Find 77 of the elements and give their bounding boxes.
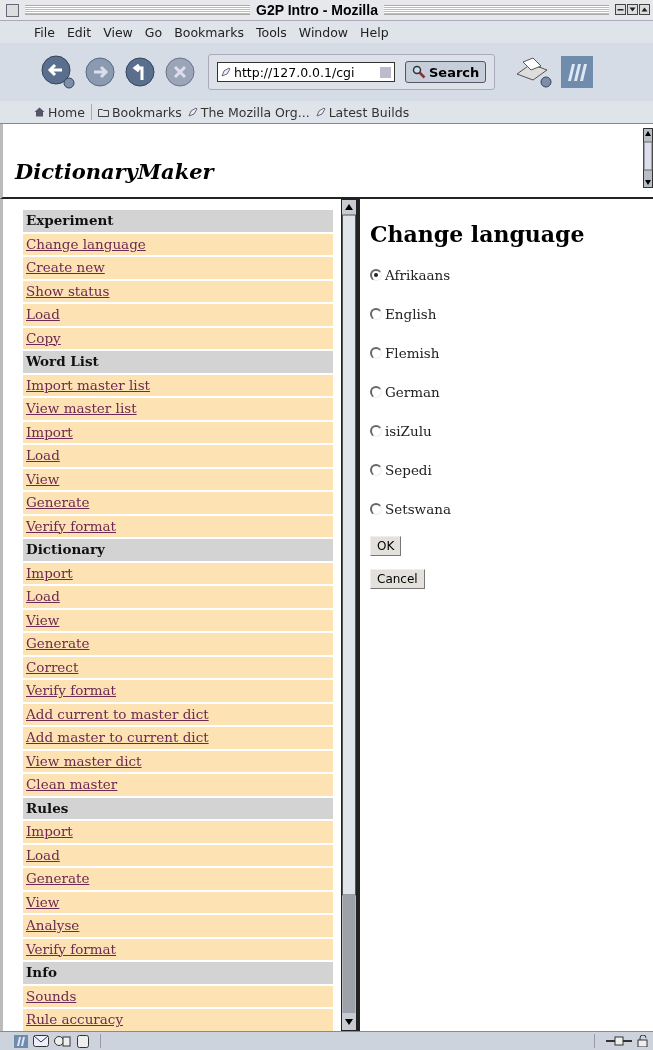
section-heading: Dictionary [23,539,333,561]
composer-icon[interactable] [54,1035,72,1047]
sidebar-link[interactable]: Import [26,564,73,581]
search-icon [412,65,426,79]
sidebar-link[interactable]: Load [26,447,60,463]
search-button[interactable]: Search [405,61,487,83]
sidebar-link[interactable]: View [26,611,60,628]
section-heading: Rules [23,797,333,819]
bookmark-link[interactable]: The Mozilla Org... [187,104,310,120]
reload-icon[interactable] [124,56,156,88]
sidebar-link[interactable]: Analyse [26,917,80,933]
app-title: DictionaryMaker [15,159,214,184]
navigator-icon[interactable] [14,1034,28,1048]
radio-label: Setswana [385,500,451,517]
stop-icon[interactable] [164,56,196,88]
sidebar-link[interactable]: Generate [26,494,90,510]
bookmark-icon [187,107,198,117]
mozilla-logo-icon[interactable] [561,56,594,88]
radio-label: Sepedi [385,461,432,478]
section-heading: Info [23,962,333,984]
folder-icon [97,107,109,117]
bookmark-icon [315,107,326,117]
address-book-icon[interactable] [77,1034,89,1048]
connection-icon [606,1036,632,1046]
scrollbar-icon[interactable] [341,199,357,1031]
radio-label: German [385,383,440,400]
radio-label: Afrikaans [385,266,451,283]
bookmark-icon [221,67,231,77]
home-bookmark[interactable]: Home [34,104,85,120]
bookmark-link[interactable]: Latest Builds [315,104,410,120]
form-button[interactable]: Cancel [370,569,425,589]
sidebar-link[interactable]: Generate [26,870,90,886]
section-heading: Word List [23,351,333,373]
menu-item[interactable]: View [103,24,133,40]
menu-item[interactable]: File [34,24,55,40]
scrollbar-icon[interactable] [643,128,653,188]
radio-button[interactable] [370,424,382,437]
radio-button[interactable] [370,307,382,320]
sidebar-link[interactable]: Create new [26,259,105,275]
url-field[interactable]: http://127.0.0.1/cgi [217,62,395,82]
radio-button[interactable] [370,463,382,476]
radio-button[interactable] [370,502,382,515]
menu-item[interactable]: Bookmarks [174,24,244,40]
sidebar-link[interactable]: Import [26,823,73,839]
menu-item[interactable]: Help [360,24,389,40]
window-menu-icon[interactable] [6,3,19,17]
sidebar-link[interactable]: View [26,893,60,910]
sidebar-link[interactable]: Import [26,423,73,440]
radio-button[interactable] [370,268,382,281]
radio-label: Flemish [385,344,440,361]
menu-item[interactable]: Window [298,24,349,40]
menu-item[interactable]: Go [144,24,163,40]
back-icon[interactable] [40,54,76,90]
sidebar-link[interactable]: Sounds [26,987,77,1004]
sidebar-link[interactable]: Load [26,588,60,604]
radio-label: English [385,305,437,322]
mail-icon[interactable] [33,1035,49,1047]
radio-button[interactable] [370,385,382,398]
lock-icon [637,1035,649,1047]
window-title: G2P Intro - Mozilla [256,2,378,18]
menu-item[interactable]: Tools [256,24,287,40]
radio-label: isiZulu [385,422,432,439]
forward-icon[interactable] [84,56,116,88]
sidebar-link[interactable]: Copy [26,329,61,346]
menu-item[interactable]: Edit [66,24,92,40]
sidebar-link[interactable]: Generate [26,635,90,651]
page-heading: Change language [370,221,585,247]
sidebar-link[interactable]: View [26,470,60,487]
sidebar-link[interactable]: Load [26,846,60,863]
sidebar-link[interactable]: Load [26,306,60,322]
home-icon [34,107,45,117]
section-heading: Experiment [23,210,333,232]
sidebar-link[interactable]: Correct [26,658,79,675]
radio-button[interactable] [370,346,382,359]
window-controls-icon[interactable] [615,4,651,16]
bookmarks-menu[interactable]: Bookmarks [97,104,182,120]
form-button[interactable]: OK [370,536,402,556]
